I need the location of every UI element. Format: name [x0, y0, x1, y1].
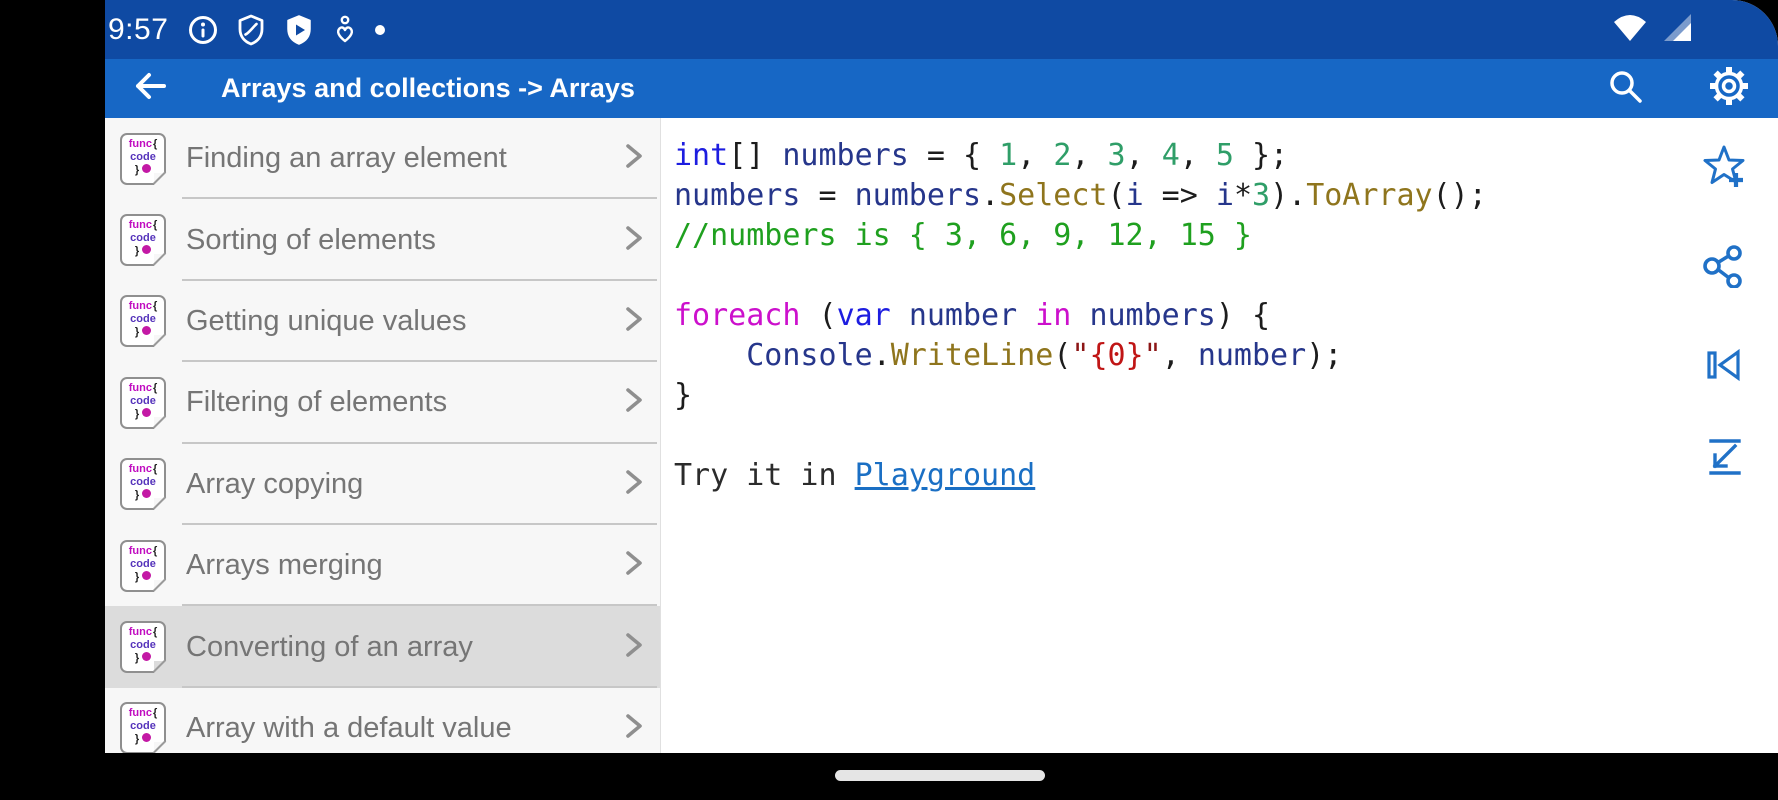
- topic-label: Finding an array element: [186, 142, 507, 175]
- code-file-icon: func{ code }: [120, 702, 167, 753]
- settings-button[interactable]: [1706, 66, 1752, 112]
- collapse-arrow-icon: [1702, 434, 1746, 483]
- chevron-right-icon: [616, 546, 650, 585]
- share-icon: [1702, 244, 1746, 293]
- app-bar: Arrays and collections -> Arrays: [105, 59, 1778, 118]
- chevron-right-icon: [616, 628, 650, 667]
- topic-label: Filtering of elements: [186, 386, 448, 419]
- play-protect-icon: [282, 13, 316, 47]
- topic-row[interactable]: func{ code } Sorting of elements: [105, 199, 660, 282]
- back-button[interactable]: [127, 66, 173, 112]
- home-indicator-pill[interactable]: [835, 770, 1045, 781]
- topic-label: Sorting of elements: [186, 223, 436, 256]
- code-file-icon: func{ code }: [120, 621, 167, 674]
- skip-to-start-button[interactable]: [1702, 345, 1746, 389]
- playground-link[interactable]: Playground: [855, 458, 1036, 493]
- chevron-right-icon: [616, 465, 650, 504]
- topic-row[interactable]: func{ code } Getting unique values: [105, 280, 660, 363]
- topic-label: Arrays merging: [186, 549, 383, 582]
- phone-screen: 9:57 Arrays and collections -> Arrays fu…: [105, 0, 1778, 753]
- chevron-right-icon: [616, 139, 650, 178]
- code-file-icon: func{ code }: [120, 376, 167, 429]
- navigation-bar: [0, 753, 1778, 800]
- wifi-icon: [1610, 10, 1650, 49]
- topic-list: func{ code } Finding an array element fu…: [105, 118, 661, 753]
- topic-label: Array copying: [186, 467, 364, 500]
- code-block: int[] numbers = { 1, 2, 3, 4, 5 }; number…: [674, 138, 1487, 493]
- clock: 9:57: [108, 12, 169, 46]
- favorite-add-star-icon: [1700, 143, 1748, 196]
- topic-label: Getting unique values: [186, 304, 467, 337]
- status-system-icons: [1610, 10, 1778, 49]
- chevron-right-icon: [616, 709, 650, 748]
- code-file-icon: func{ code }: [120, 458, 167, 511]
- topic-row[interactable]: func{ code } Array copying: [105, 443, 660, 526]
- code-file-icon: func{ code }: [120, 539, 167, 592]
- code-file-icon: func{ code }: [120, 295, 167, 348]
- collapse-button[interactable]: [1702, 436, 1746, 480]
- status-notification-icons: [186, 13, 386, 47]
- gear-icon: [1707, 64, 1751, 113]
- topic-row[interactable]: func{ code } Converting of an array: [105, 606, 660, 689]
- info-icon: [186, 13, 220, 47]
- search-icon: [1603, 64, 1647, 113]
- status-bar: 9:57: [105, 0, 1778, 59]
- back-arrow-icon: [127, 63, 173, 114]
- wellbeing-heart-icon: [330, 13, 360, 47]
- code-file-icon: func{ code }: [120, 214, 167, 267]
- cellular-signal-icon: [1660, 10, 1694, 49]
- code-file-icon: func{ code }: [120, 132, 167, 185]
- topic-label: Array with a default value: [186, 711, 512, 744]
- topic-row[interactable]: func{ code } Finding an array element: [105, 118, 660, 200]
- topic-row[interactable]: func{ code } Filtering of elements: [105, 362, 660, 444]
- favorite-button[interactable]: [1702, 145, 1746, 191]
- topic-row[interactable]: func{ code } Arrays merging: [105, 524, 660, 607]
- skip-to-start-icon: [1702, 343, 1746, 392]
- lesson-content: int[] numbers = { 1, 2, 3, 4, 5 }; number…: [661, 118, 1778, 753]
- notification-dot: [374, 24, 386, 36]
- page-title: Arrays and collections -> Arrays: [221, 73, 635, 103]
- chevron-right-icon: [616, 302, 650, 341]
- chevron-right-icon: [616, 221, 650, 260]
- topic-label: Converting of an array: [186, 630, 473, 663]
- topic-row[interactable]: func{ code } Array with a default value: [105, 687, 660, 753]
- chevron-right-icon: [616, 383, 650, 422]
- shield-vpn-icon: [234, 13, 268, 47]
- share-button[interactable]: [1702, 244, 1746, 293]
- search-button[interactable]: [1602, 66, 1648, 112]
